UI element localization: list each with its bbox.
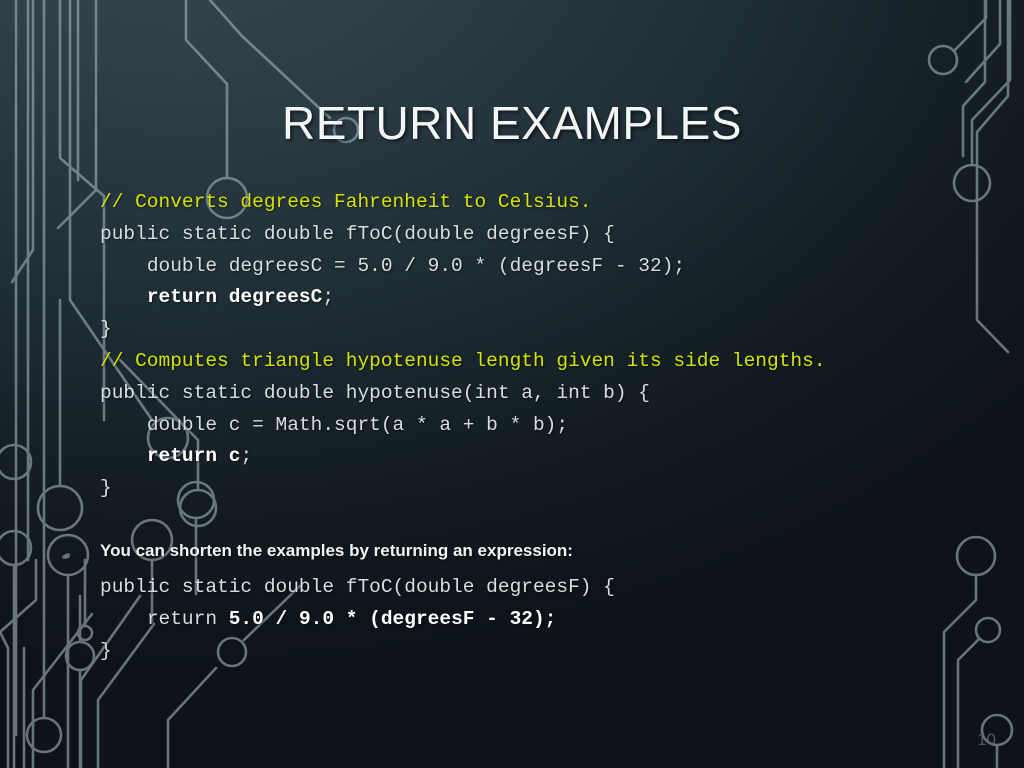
code-text: } bbox=[100, 639, 112, 662]
code-line: return 5.0 / 9.0 * (degreesF - 32); bbox=[100, 604, 980, 636]
code-line: // Computes triangle hypotenuse length g… bbox=[100, 346, 980, 378]
code-line: } bbox=[100, 636, 980, 668]
code-text: } bbox=[100, 477, 112, 500]
code-text: double c = Math.sqrt(a * a + b * b); bbox=[146, 413, 569, 436]
code-line: public static double fToC(double degrees… bbox=[100, 219, 980, 251]
code-comment: // Converts degrees Fahrenheit to Celsiu… bbox=[100, 191, 592, 213]
prose-note: You can shorten the examples by returnin… bbox=[100, 541, 573, 560]
code-text: public static double fToC(double degrees… bbox=[100, 222, 615, 245]
code-line: double c = Math.sqrt(a * a + b * b); bbox=[100, 410, 980, 442]
slide-title: RETURN EXAMPLES bbox=[282, 97, 742, 149]
code-emphasis: 5.0 / 9.0 * (degreesF - 32); bbox=[228, 607, 557, 630]
code-text: ; bbox=[240, 445, 253, 468]
code-text: } bbox=[100, 318, 112, 341]
code-line: // Converts degrees Fahrenheit to Celsiu… bbox=[100, 187, 980, 219]
code-line: return degreesC; bbox=[100, 282, 980, 314]
code-line: return c; bbox=[100, 441, 980, 473]
code-block-primary: // Converts degrees Fahrenheit to Celsiu… bbox=[100, 187, 980, 505]
code-emphasis: return c bbox=[146, 445, 241, 468]
code-line: public static double hypotenuse(int a, i… bbox=[100, 378, 980, 410]
code-text: public static double hypotenuse(int a, i… bbox=[100, 381, 650, 404]
code-line: double degreesC = 5.0 / 9.0 * (degreesF … bbox=[100, 251, 980, 283]
page-number: 10 bbox=[977, 730, 996, 749]
code-text: return bbox=[146, 607, 229, 630]
code-line: } bbox=[100, 314, 980, 346]
code-comment: // Computes triangle hypotenuse length g… bbox=[100, 349, 826, 372]
slide-canvas: RETURN EXAMPLES // Converts degrees Fahr… bbox=[0, 0, 1024, 768]
code-text: public static double fToC(double degrees… bbox=[100, 576, 615, 598]
code-line: public static double fToC(double degrees… bbox=[100, 572, 980, 604]
code-emphasis: return degreesC bbox=[146, 286, 323, 309]
code-text: double degreesC = 5.0 / 9.0 * (degreesF … bbox=[146, 254, 686, 277]
code-line: } bbox=[100, 473, 980, 505]
code-text: ; bbox=[322, 286, 335, 309]
code-block-shortened: public static double fToC(double degrees… bbox=[100, 572, 980, 667]
